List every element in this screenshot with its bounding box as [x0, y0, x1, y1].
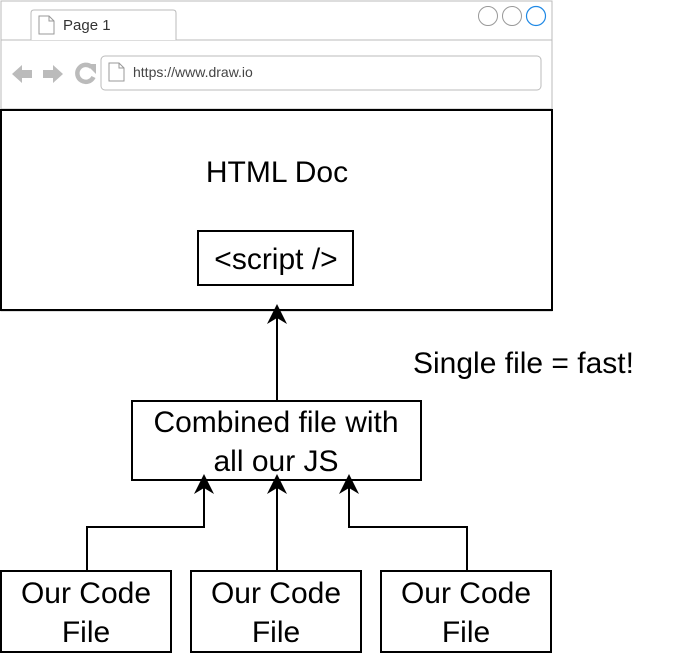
arrow-file1-to-combined	[86, 474, 214, 570]
code-file-label-line2: File	[442, 616, 490, 649]
code-file-box-3: Our Code File	[380, 570, 552, 653]
arrow-file3-to-combined	[339, 474, 468, 570]
code-file-box-1: Our Code File	[0, 570, 172, 653]
annotation-text: Single file = fast!	[413, 347, 634, 380]
address-bar[interactable]: https://www.draw.io	[100, 55, 542, 91]
code-file-label-line1: Our Code	[401, 577, 531, 610]
url-page-icon	[108, 62, 125, 82]
window-control-middle-icon[interactable]	[502, 6, 522, 26]
code-file-label-line1: Our Code	[21, 577, 151, 610]
code-file-label-line2: File	[252, 616, 300, 649]
window-control-left-icon[interactable]	[478, 6, 498, 26]
diagram-canvas: Page 1 https://www.draw.io HTML Doc <scr…	[0, 0, 634, 653]
tab-title: Page 1	[63, 17, 111, 34]
html-doc-label: HTML Doc	[206, 156, 348, 189]
combined-file-label-line2: all our JS	[213, 445, 338, 478]
code-file-box-2: Our Code File	[190, 570, 362, 653]
script-tag-label: <script />	[214, 243, 337, 276]
page-icon	[38, 15, 55, 35]
combined-file-label-line1: Combined file with	[153, 406, 398, 439]
code-file-label-line2: File	[62, 616, 110, 649]
code-file-label-line1: Our Code	[211, 577, 341, 610]
url-text: https://www.draw.io	[133, 64, 253, 80]
browser-tab[interactable]: Page 1	[30, 9, 177, 40]
window-control-right-icon[interactable]	[525, 5, 547, 27]
